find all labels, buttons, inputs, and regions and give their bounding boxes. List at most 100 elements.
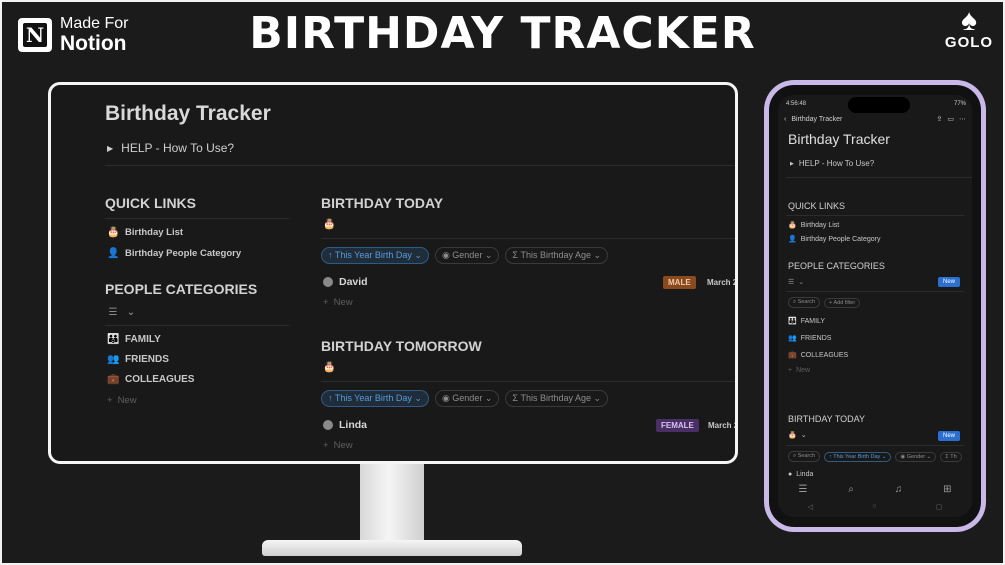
filter-this-year-birth-day[interactable]: ↑ This Year Birth Day ⌄ (321, 247, 429, 264)
home-icon[interactable]: ○ (872, 503, 876, 511)
divider (786, 177, 972, 178)
birthday-tomorrow-title: BIRTHDAY TOMORROW (321, 338, 482, 354)
phone-filter-row: ⌕ Search + Add filter (788, 297, 861, 308)
golo-logo: ♠ GOLO (941, 4, 997, 52)
divider (321, 238, 735, 239)
person-icon: 👤 (107, 248, 120, 259)
gender-tag-male: MALE (663, 276, 696, 289)
list-icon: ☰ (788, 279, 795, 286)
phone-add-filter-chip[interactable]: + Add filter (824, 297, 861, 308)
phone-screen: 4:56:48 77% ‹ Birthday Tracker ⇪ ▭ ⋯ Bir… (778, 95, 972, 517)
list-icon: ☰ (108, 307, 118, 318)
phone-quick-link-people-category[interactable]: 👤 Birthday People Category (788, 235, 881, 244)
bell-icon[interactable]: ♫ (895, 484, 903, 495)
monitor-base (262, 540, 522, 556)
new-row-button[interactable]: + New (323, 297, 353, 308)
category-family[interactable]: 👪 FAMILY (107, 334, 161, 345)
phone-people-categories-title: PEOPLE CATEGORIES (788, 261, 885, 271)
family-icon: 👪 (107, 334, 120, 345)
phone-help-toggle[interactable]: ▶ HELP - How To Use? (790, 159, 874, 168)
phone-bottom-bar: ☰ ⌕ ♫ ⊞ (778, 484, 972, 495)
desktop-monitor: Birthday Tracker ▶ HELP - How To Use? QU… (48, 82, 738, 464)
back-icon[interactable]: ◁ (808, 503, 813, 511)
plus-icon: + (788, 367, 793, 374)
new-row-button[interactable]: + New (323, 440, 353, 451)
phone-search-chip[interactable]: ⌕ Search (788, 297, 821, 308)
quick-link-birthday-list[interactable]: 🎂 Birthday List (107, 227, 183, 238)
phone-filter-this-year-birth-day[interactable]: ↑ This Year Birth Day ⌄ (824, 451, 892, 462)
monitor-stand (360, 464, 424, 544)
cake-icon: 🎂 (323, 362, 336, 373)
triangle-right-icon: ▶ (790, 160, 794, 167)
person-icon: 👤 (788, 236, 797, 243)
phone-search-chip[interactable]: ⌕ Search (788, 451, 821, 462)
phone-category-friends[interactable]: 👥 FRIENDS (788, 334, 831, 343)
category-friends[interactable]: 👥 FRIENDS (107, 354, 169, 365)
phone-quick-link-birthday-list[interactable]: 🎂 Birthday List (788, 221, 839, 230)
briefcase-icon: 💼 (788, 352, 797, 359)
phone-person-row-linda[interactable]: ● Linda (788, 471, 813, 478)
cake-icon: 🎂 (788, 432, 797, 439)
phone-cake-view-tab[interactable]: 🎂 ⌄ (788, 431, 807, 439)
divider (786, 445, 964, 446)
search-icon[interactable]: ⌕ (848, 484, 854, 495)
triangle-right-icon: ▶ (107, 143, 114, 153)
plus-icon: + (107, 395, 113, 406)
list-view-toggle[interactable]: ☰ ⌄ (107, 307, 137, 318)
person-row-linda[interactable]: Linda (323, 419, 367, 431)
main-title: BIRTHDAY TRACKER (249, 8, 756, 59)
cake-icon: 🎂 (107, 227, 120, 238)
divider (105, 165, 735, 166)
chevron-down-icon: ⌄ (800, 432, 807, 439)
filter-gender[interactable]: ◉ Gender ⌄ (434, 390, 500, 407)
filter-bar: ↑ This Year Birth Day ⌄ ◉ Gender ⌄ Σ Thi… (321, 390, 609, 407)
phone-new-button[interactable]: New (938, 431, 961, 441)
divider (321, 381, 735, 382)
quick-link-birthday-people-category[interactable]: 👤 Birthday People Category (107, 248, 241, 259)
chevron-down-icon: ⌄ (798, 279, 805, 286)
filter-this-birthday-age[interactable]: Σ This Birthday Age ⌄ (505, 247, 609, 264)
help-toggle[interactable]: ▶ HELP - How To Use? (107, 141, 234, 155)
people-categories-title: PEOPLE CATEGORIES (105, 281, 258, 297)
new-category-button[interactable]: + New (107, 395, 137, 406)
more-icon[interactable]: ⋯ (959, 115, 966, 123)
plus-icon: + (323, 297, 329, 308)
friends-icon: 👥 (107, 354, 120, 365)
divider (786, 291, 964, 292)
birthday-date: March 20 (707, 278, 738, 287)
cake-view-tab[interactable]: 🎂 (323, 362, 335, 373)
status-battery: 77% (953, 101, 966, 107)
comment-icon[interactable]: ▭ (947, 115, 954, 123)
nav-title: Birthday Tracker (791, 115, 843, 123)
phone-category-colleagues[interactable]: 💼 COLLEAGUES (788, 351, 848, 360)
phone-new-category-button[interactable]: + New (788, 367, 810, 374)
chevron-down-icon: ⌄ (126, 307, 136, 318)
spade-icon: ♠ (961, 4, 977, 37)
back-icon[interactable]: ‹ (784, 116, 786, 123)
person-row-david[interactable]: David (323, 276, 368, 288)
recents-icon[interactable]: ▢ (936, 503, 943, 511)
golo-label: GOLO (944, 34, 994, 51)
new-page-icon[interactable]: ⊞ (943, 484, 951, 495)
friends-icon: 👥 (788, 335, 797, 342)
phone-list-view-toggle[interactable]: ☰ ⌄ (788, 278, 804, 286)
phone-filter-age[interactable]: Σ Th (940, 451, 962, 462)
status-time: 4:56:48 (786, 101, 807, 107)
filter-gender[interactable]: ◉ Gender ⌄ (434, 247, 500, 264)
phone-birthday-today-title: BIRTHDAY TODAY (788, 414, 866, 424)
category-colleagues[interactable]: 💼 COLLEAGUES (107, 374, 194, 385)
filter-this-year-birth-day[interactable]: ↑ This Year Birth Day ⌄ (321, 390, 429, 407)
cake-icon: 🎂 (788, 222, 797, 229)
person-icon (323, 277, 333, 287)
birthday-today-title: BIRTHDAY TODAY (321, 195, 444, 211)
person-icon: ● (788, 471, 793, 478)
dynamic-island (848, 97, 910, 113)
phone-new-button[interactable]: New (938, 277, 961, 287)
cake-view-tab[interactable]: 🎂 (323, 219, 335, 230)
menu-icon[interactable]: ☰ (798, 484, 807, 495)
phone-category-family[interactable]: 👪 FAMILY (788, 317, 825, 326)
phone-filter-gender[interactable]: ◉ Gender ⌄ (895, 451, 937, 462)
phone-today-filter-row: ⌕ Search ↑ This Year Birth Day ⌄ ◉ Gende… (788, 451, 962, 462)
share-icon[interactable]: ⇪ (937, 115, 943, 123)
filter-this-birthday-age[interactable]: Σ This Birthday Age ⌄ (505, 390, 609, 407)
